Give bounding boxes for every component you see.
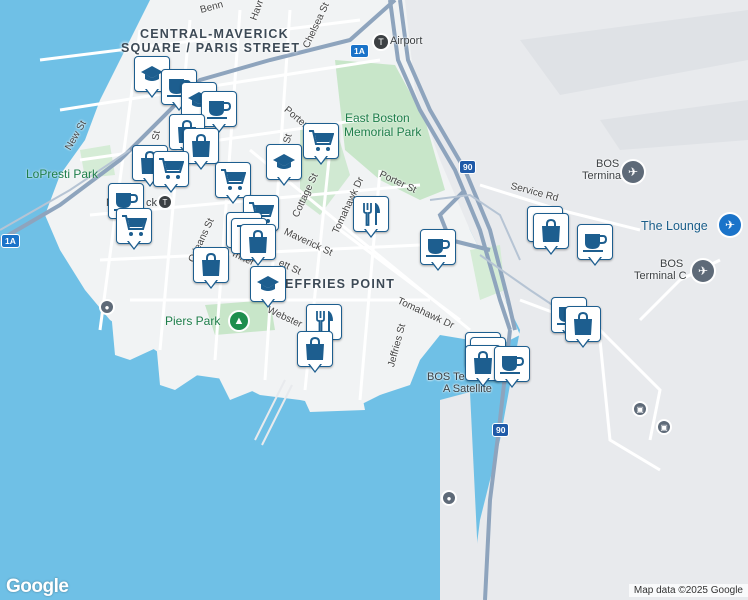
grocery-cart-marker[interactable]: [303, 123, 339, 167]
coffee-icon: [420, 229, 456, 265]
marker-pointer: [588, 256, 602, 266]
shopping-bag-marker[interactable]: [533, 213, 569, 257]
grocery-cart-marker[interactable]: [153, 151, 189, 195]
interstate-90-shield-bottom: 90: [492, 423, 510, 437]
route-1a-shield: 1A: [350, 44, 369, 58]
coffee-icon: [577, 224, 613, 260]
shopping-bag-marker[interactable]: [193, 247, 229, 291]
restaurant-marker[interactable]: [353, 196, 389, 240]
restaurant-icon: [353, 196, 389, 232]
marker-pointer: [476, 377, 490, 387]
marker-pointer: [505, 378, 519, 388]
place-label-bos-satellite-1: BOS Te: [427, 371, 465, 383]
transit-icon-maverick[interactable]: T: [159, 196, 171, 208]
area-label-jeffries-point: EFFRIES POINT: [285, 277, 396, 291]
coffee-marker[interactable]: [577, 224, 613, 268]
marker-pointer: [204, 279, 218, 289]
place-label-bos-e-1: BOS: [596, 158, 620, 170]
area-label-central-maverick: CENTRAL-MAVERICK: [140, 27, 289, 41]
marker-pointer: [127, 240, 141, 250]
marker-pointer: [314, 155, 328, 165]
shopping-bag-icon: [533, 213, 569, 249]
grocery-cart-icon: [303, 123, 339, 159]
place-label-bos-c-1: BOS: [660, 258, 684, 270]
bus-icon[interactable]: ▣: [658, 421, 670, 433]
poi-dot-icon[interactable]: ●: [101, 301, 113, 313]
marker-pointer: [544, 245, 558, 255]
shopping-bag-marker[interactable]: [297, 331, 333, 375]
interstate-90-shield: 90: [459, 160, 477, 174]
park-label-east-boston-1: East Boston: [345, 111, 410, 125]
transit-icon[interactable]: T: [374, 35, 388, 49]
grocery-cart-icon: [153, 151, 189, 187]
bus-icon[interactable]: ▣: [634, 403, 646, 415]
airplane-icon-terminal-c[interactable]: ✈: [692, 260, 714, 282]
coffee-icon: [201, 91, 237, 127]
school-icon: [266, 144, 302, 180]
park-icon[interactable]: ▲: [230, 312, 248, 330]
marker-pointer: [226, 194, 240, 204]
route-1a-shield-left: 1A: [1, 234, 20, 248]
marker-pointer: [431, 261, 445, 271]
marker-pointer: [308, 363, 322, 373]
airplane-icon-lounge[interactable]: ✈: [719, 214, 741, 236]
school-icon: [250, 266, 286, 302]
map-base-layer: [0, 0, 748, 600]
grocery-cart-icon: [116, 208, 152, 244]
street-label-st-frag: St: [150, 129, 163, 142]
poi-dot-icon[interactable]: ●: [443, 492, 455, 504]
marker-pointer: [164, 183, 178, 193]
place-label-the-lounge[interactable]: The Lounge: [641, 219, 708, 233]
school-marker[interactable]: [250, 266, 286, 310]
coffee-marker[interactable]: [420, 229, 456, 273]
area-label-paris-street: SQUARE / PARIS STREET: [121, 41, 301, 55]
place-label-bos-c-2[interactable]: Terminal C: [634, 270, 687, 282]
shopping-bag-icon: [240, 224, 276, 260]
shopping-bag-icon: [297, 331, 333, 367]
school-marker[interactable]: [266, 144, 302, 188]
marker-pointer: [145, 88, 159, 98]
grocery-cart-marker[interactable]: [116, 208, 152, 252]
shopping-bag-icon: [565, 306, 601, 342]
marker-pointer: [277, 176, 291, 186]
marker-pointer: [194, 160, 208, 170]
place-label-airport[interactable]: Airport: [390, 35, 422, 47]
park-label-east-boston-2: Memorial Park: [344, 125, 422, 139]
map-canvas[interactable]: 1A 1A 90 90 CENTRAL-MAVERICK SQUARE / PA…: [0, 0, 748, 600]
shopping-bag-marker[interactable]: [565, 306, 601, 350]
coffee-icon: [494, 346, 530, 382]
coffee-marker[interactable]: [494, 346, 530, 390]
marker-pointer: [261, 298, 275, 308]
marker-pointer: [364, 228, 378, 238]
shopping-bag-icon: [193, 247, 229, 283]
grocery-cart-icon: [215, 162, 251, 198]
marker-pointer: [576, 338, 590, 348]
park-label-lopresti: LoPresti Park: [26, 167, 99, 181]
map-attribution[interactable]: Map data ©2025 Google: [628, 584, 748, 597]
marker-pointer: [251, 256, 265, 266]
airplane-icon-terminal-e[interactable]: ✈: [622, 161, 644, 183]
park-label-piers: Piers Park: [165, 314, 221, 328]
google-logo: Google: [6, 576, 69, 597]
shopping-bag-marker[interactable]: [240, 224, 276, 268]
